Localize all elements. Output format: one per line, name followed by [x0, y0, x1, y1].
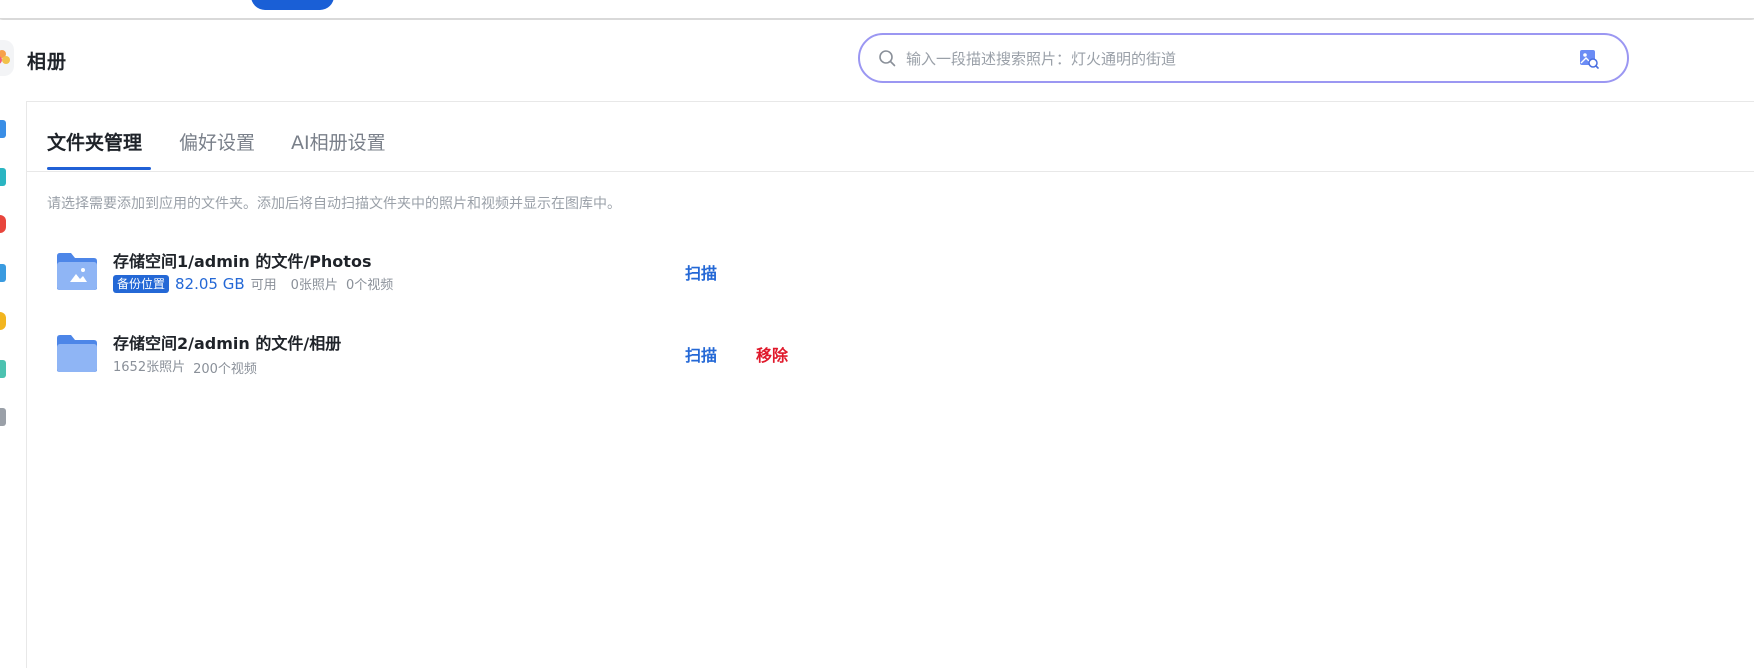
app-header: 相册 — [0, 20, 1754, 102]
image-search-icon[interactable] — [1579, 49, 1599, 73]
folder-name: 存储空间1/admin 的文件/Photos — [113, 252, 372, 271]
folder-photos-icon — [55, 250, 99, 296]
tab-folder-management[interactable]: 文件夹管理 — [47, 128, 142, 155]
active-tab-underline — [47, 167, 151, 170]
favorites-icon[interactable] — [0, 215, 6, 233]
albums-icon[interactable] — [0, 168, 6, 186]
folder-description: 请选择需要添加到应用的文件夹。添加后将自动扫描文件夹中的照片和视频并显示在图库中… — [47, 196, 621, 212]
devices-icon[interactable] — [0, 264, 6, 282]
app-logo-icon — [0, 40, 14, 76]
scan-button[interactable]: 扫描 — [685, 342, 717, 366]
video-count: 0个视频 — [345, 278, 394, 293]
tab-ai-album-settings[interactable]: AI相册设置 — [291, 128, 386, 155]
app-title: 相册 — [27, 51, 68, 73]
folder-row: 存储空间1/admin 的文件/Photos 备份位置 82.05 GB 可用 0张照… — [47, 248, 847, 308]
folder-icon — [55, 332, 99, 378]
search-input[interactable] — [904, 44, 1568, 74]
sidebar — [0, 101, 27, 668]
scan-button[interactable]: 扫描 — [685, 260, 717, 284]
search-box[interactable] — [858, 33, 1629, 83]
folder-name: 存储空间2/admin 的文件/相册 — [113, 334, 342, 353]
tab-preferences[interactable]: 偏好设置 — [179, 128, 255, 155]
top-strip — [0, 0, 1754, 19]
top-tab-indicator[interactable] — [251, 0, 334, 10]
remove-button[interactable]: 移除 — [756, 342, 788, 366]
photos-icon[interactable] — [0, 120, 6, 138]
places-icon[interactable] — [0, 360, 6, 378]
photo-count: 1652张照片 — [113, 360, 186, 375]
folder-row: 存储空间2/admin 的文件/相册 1652张照片 200个视频 扫描 移除 — [47, 330, 847, 390]
folder-meta: 备份位置 82.05 GB 可用 0张照片 0个视频 — [113, 274, 393, 294]
backup-badge: 备份位置 — [113, 274, 170, 293]
app-root: 相册 输入一段描述搜索照片：灯火通明的街道 文件夹管理 偏好设置 AI相册设置 … — [0, 0, 1754, 668]
free-space-label: 可用 — [250, 278, 277, 293]
trash-icon[interactable] — [0, 408, 6, 426]
free-space: 82.05 GB — [175, 274, 245, 293]
settings-tabs: 文件夹管理 偏好设置 AI相册设置 — [26, 101, 1754, 172]
folder-meta: 1652张照片 200个视频 — [113, 356, 257, 377]
search-icon — [878, 49, 896, 71]
people-icon[interactable] — [0, 312, 6, 330]
video-count: 200个视频 — [193, 362, 257, 377]
photo-count: 0张照片 — [290, 278, 338, 293]
